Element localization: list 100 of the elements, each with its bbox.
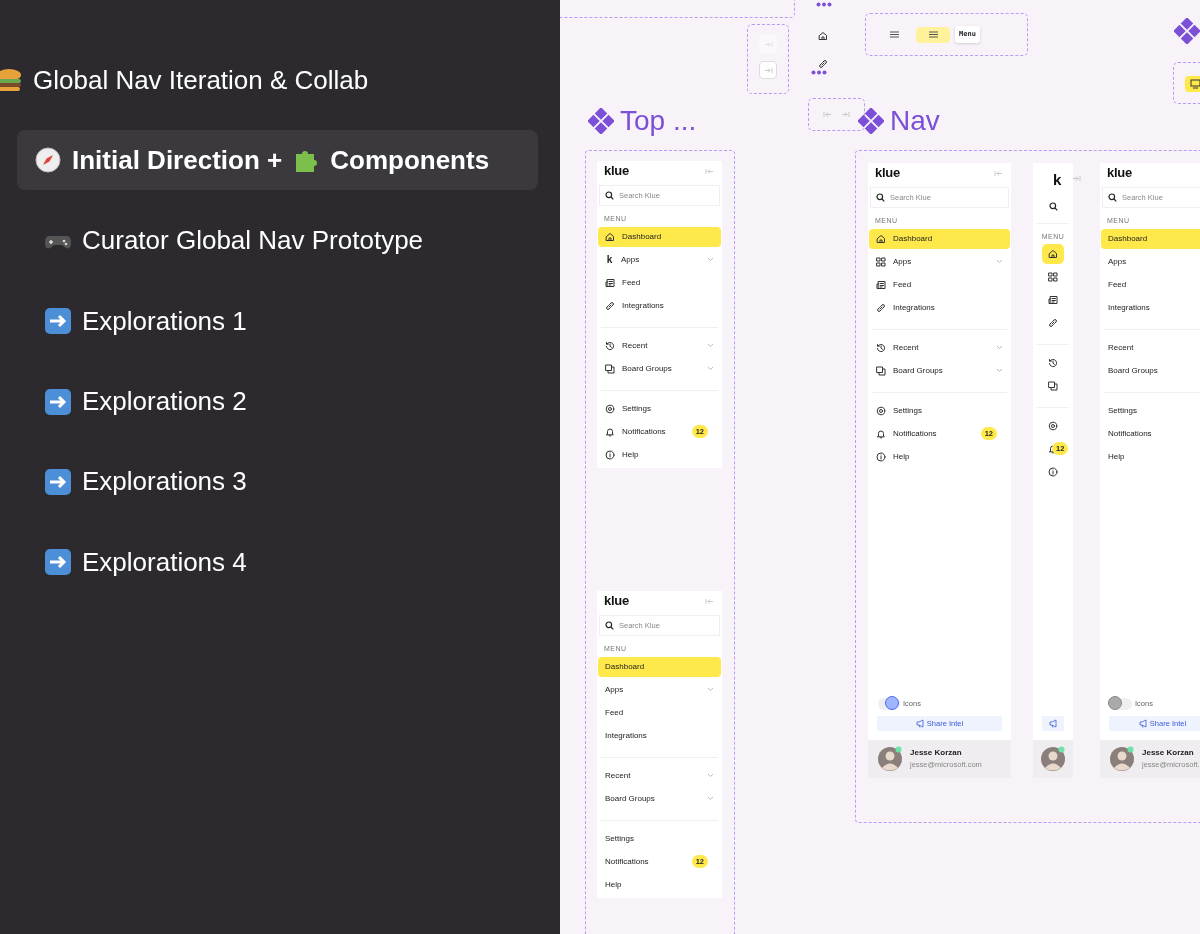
nav-item[interactable]: Recent (1101, 337, 1200, 358)
nav-label: Feed (605, 706, 624, 719)
page-item[interactable]: Initial Direction + Components (17, 130, 538, 191)
arrow-right-icon (44, 548, 72, 577)
nav-label: Notifications (622, 425, 666, 438)
component-icon (858, 108, 884, 134)
logo: klue (604, 592, 629, 611)
nav-item[interactable]: Dashboard (598, 656, 721, 677)
menu-icon (889, 31, 899, 38)
chevron-icon (707, 796, 714, 801)
nav-item[interactable]: k Apps (598, 249, 721, 270)
page-item[interactable]: Explorations 1 (17, 291, 538, 352)
search-button[interactable] (1048, 201, 1058, 211)
expand-icon (763, 66, 773, 74)
nav-item[interactable]: Recent (869, 337, 1010, 358)
page-item[interactable]: Explorations 4 (17, 532, 538, 593)
collapse-icon (823, 111, 832, 118)
nav-label: Apps (1108, 255, 1127, 268)
toggle-switch[interactable] (1110, 698, 1132, 710)
chevron-icon (996, 368, 1003, 373)
nav-item[interactable]: Board Groups (598, 358, 721, 379)
logo: klue (875, 164, 900, 183)
expand-icon (763, 40, 773, 48)
nav-label: Recent (893, 341, 919, 354)
nav-item[interactable]: Help (598, 874, 721, 895)
user-name: Jesse Korzan (910, 747, 963, 760)
page-item[interactable]: Curator Global Nav Prototype (17, 210, 538, 271)
chevron-icon (707, 257, 714, 262)
nav-item[interactable]: Dashboard (1101, 228, 1200, 249)
burger-icon (0, 66, 23, 94)
info-icon (605, 449, 615, 460)
chevron-icon (707, 366, 714, 371)
nav-item[interactable]: Settings (1101, 400, 1200, 421)
nav-label: Integrations (1108, 301, 1150, 314)
arrow-right-icon (44, 387, 72, 416)
arrow-right-icon (44, 307, 72, 336)
nav-item[interactable]: Feed (869, 274, 1010, 295)
nav-item[interactable]: Integrations (869, 297, 1010, 318)
nav-item[interactable]: Settings (869, 400, 1010, 421)
page-item[interactable]: Explorations 2 (17, 371, 538, 432)
chevron-icon (996, 259, 1003, 264)
nav-label: Board Groups (605, 792, 655, 805)
logo: k (1052, 170, 1061, 190)
bell-icon (605, 426, 615, 437)
nav-label: Help (1108, 450, 1125, 463)
nav-item[interactable]: Notifications (1101, 423, 1200, 444)
newspaper-icon (605, 277, 615, 288)
nav-item[interactable]: Integrations (598, 725, 721, 746)
nav-item[interactable]: Recent (598, 335, 721, 356)
nav-item[interactable]: Integrations (598, 295, 721, 316)
nav-item[interactable]: Help (1101, 446, 1200, 467)
nav-item[interactable]: Board Groups (598, 788, 721, 809)
nav-item[interactable]: Apps (869, 251, 1010, 272)
logo: klue (1107, 164, 1132, 183)
page-item[interactable]: Global Nav Iteration & Collab (0, 50, 560, 110)
avatar-icon (1109, 746, 1135, 772)
collapse-icon (705, 167, 714, 175)
newspaper-icon (876, 279, 886, 290)
search-icon (605, 191, 614, 200)
nav-label: Integrations (893, 301, 935, 314)
nav-item[interactable]: Dashboard (869, 228, 1010, 249)
nav-item[interactable]: Board Groups (869, 360, 1010, 381)
expand-icon (841, 111, 850, 118)
page-item[interactable]: Explorations 3 (17, 451, 538, 512)
nav-label: Feed (622, 276, 641, 289)
avatar-icon (1040, 746, 1066, 772)
nav-item[interactable]: Apps (1101, 251, 1200, 272)
settings-icon (876, 405, 886, 416)
nav-label: Notifications (605, 855, 649, 868)
info-icon (876, 451, 886, 462)
nav-item[interactable]: Settings (598, 398, 721, 419)
history-icon (876, 342, 886, 353)
nav-item[interactable]: Board Groups (1101, 360, 1200, 381)
search-icon (1048, 201, 1058, 211)
nav-item[interactable]: Feed (598, 272, 721, 293)
megaphone-icon (915, 719, 924, 728)
nav-item[interactable]: Settings (598, 828, 721, 849)
nav-label: Apps (605, 683, 624, 696)
nav-item[interactable]: Help (598, 444, 721, 465)
nav-item[interactable]: Help (869, 446, 1010, 467)
nav-label: Notifications (1108, 427, 1152, 440)
k-icon: k (605, 252, 614, 267)
nav-label: Dashboard (1108, 232, 1148, 245)
arrow-right-icon (44, 467, 72, 496)
menu-icon (928, 31, 938, 38)
toggle-switch[interactable] (878, 698, 900, 710)
nav-item[interactable]: Feed (1101, 274, 1200, 295)
boards-icon (605, 363, 615, 374)
settings-icon (1048, 421, 1058, 431)
nav-icon-button[interactable] (1042, 244, 1064, 264)
nav-label: Recent (622, 339, 648, 352)
nav-item[interactable]: Recent (598, 765, 721, 786)
megaphone-icon (1049, 719, 1057, 728)
nav-item[interactable]: Feed (598, 702, 721, 723)
nav-item[interactable]: Integrations (1101, 297, 1200, 318)
nav-item[interactable]: Apps (598, 679, 721, 700)
nav-item[interactable]: Dashboard (598, 226, 721, 247)
nav-label: Settings (893, 404, 922, 417)
frame-title: Nav (890, 104, 940, 138)
dots-icon (816, 2, 832, 7)
